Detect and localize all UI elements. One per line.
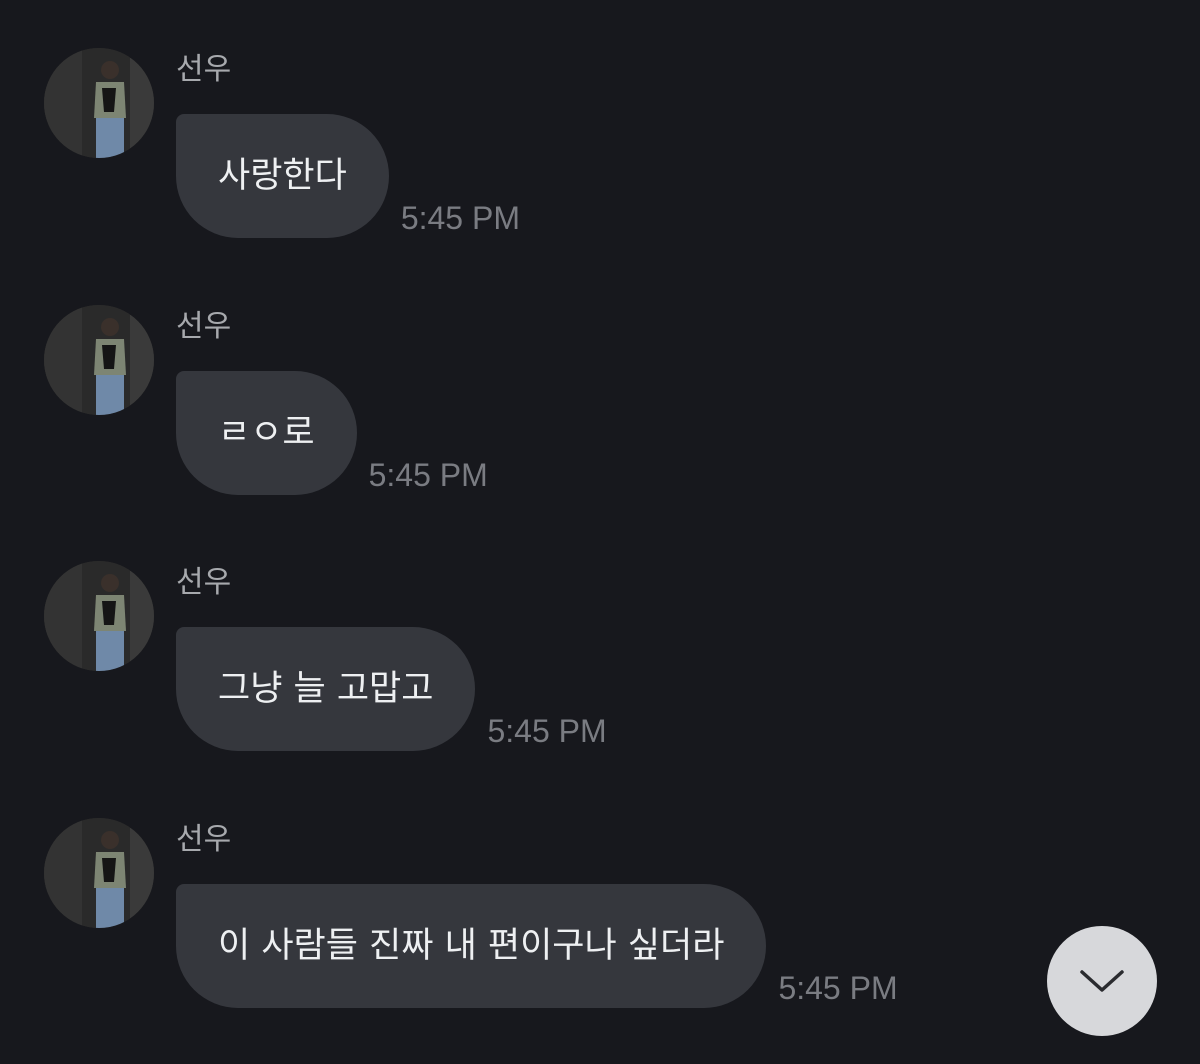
message-time: 5:45 PM bbox=[487, 713, 607, 749]
avatar[interactable] bbox=[44, 561, 154, 671]
sender-name: 선우 bbox=[176, 565, 232, 600]
avatar[interactable] bbox=[44, 818, 154, 928]
message-bubble[interactable]: 사랑한다 bbox=[176, 114, 389, 238]
avatar-image bbox=[44, 305, 154, 415]
sender-name: 선우 bbox=[176, 822, 232, 857]
avatar[interactable] bbox=[44, 48, 154, 158]
sender-name: 선우 bbox=[176, 309, 232, 344]
avatar-image bbox=[44, 561, 154, 671]
avatar-image bbox=[44, 48, 154, 158]
avatar-image bbox=[44, 818, 154, 928]
message-time: 5:45 PM bbox=[400, 200, 520, 236]
chevron-down-icon bbox=[1080, 970, 1124, 992]
message-item: 선우 ㄹㅇ로 5:45 PM bbox=[0, 305, 1200, 505]
message-time: 5:45 PM bbox=[778, 970, 898, 1006]
chat-view: 선우 사랑한다 5:45 PM 선우 ㄹㅇ로 5:45 PM 선우 그냥 늘 고… bbox=[0, 0, 1200, 1064]
sender-name: 선우 bbox=[176, 52, 232, 87]
scroll-to-bottom-button[interactable] bbox=[1047, 926, 1157, 1036]
avatar[interactable] bbox=[44, 305, 154, 415]
message-bubble[interactable]: 이 사람들 진짜 내 편이구나 싶더라 bbox=[176, 884, 767, 1008]
message-time: 5:45 PM bbox=[368, 457, 488, 493]
message-item: 선우 이 사람들 진짜 내 편이구나 싶더라 5:45 PM bbox=[0, 818, 1200, 1018]
message-item: 선우 그냥 늘 고맙고 5:45 PM bbox=[0, 561, 1200, 761]
message-item: 선우 사랑한다 5:45 PM bbox=[0, 48, 1200, 248]
message-bubble[interactable]: ㄹㅇ로 bbox=[176, 371, 357, 495]
message-bubble[interactable]: 그냥 늘 고맙고 bbox=[176, 627, 476, 751]
